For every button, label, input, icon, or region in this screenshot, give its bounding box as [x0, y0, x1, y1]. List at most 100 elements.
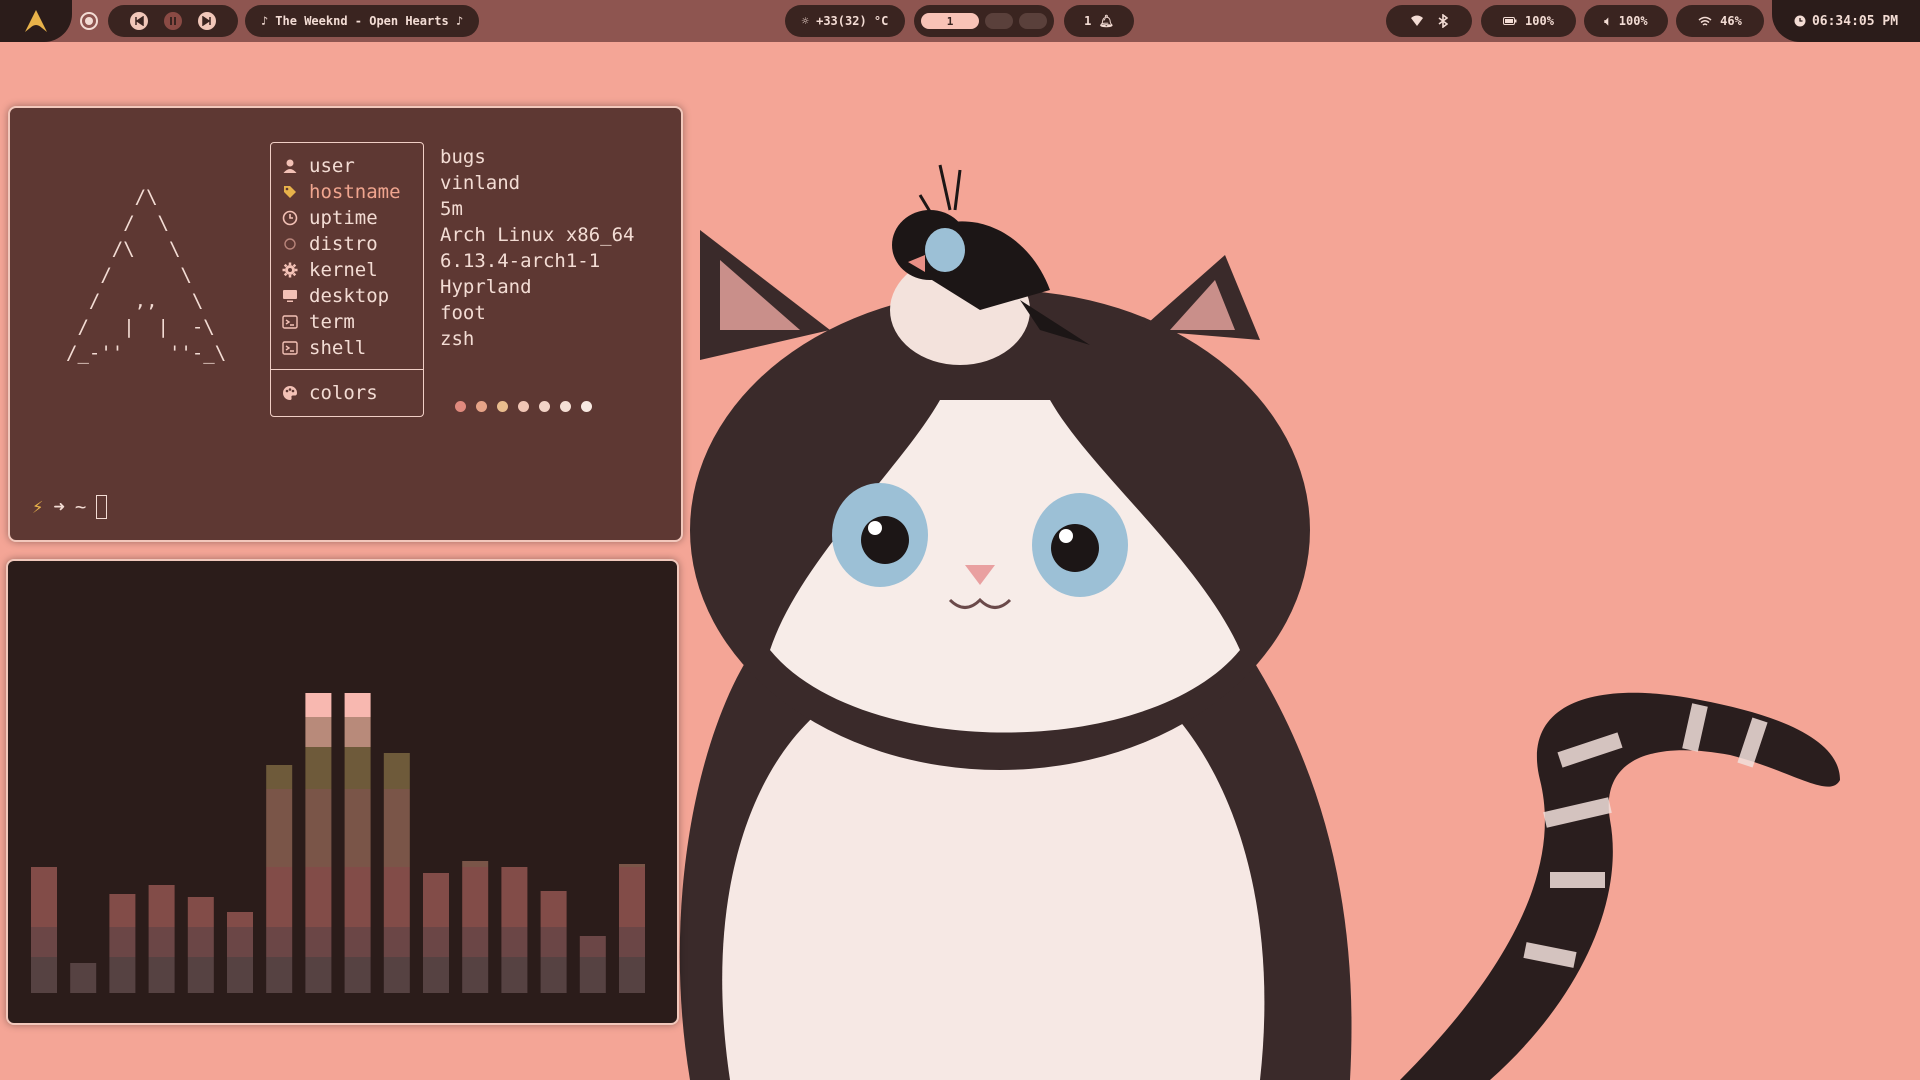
color-dot-3	[497, 401, 508, 412]
info-row-hostname: hostname	[271, 179, 423, 205]
now-playing[interactable]: ♪ The Weeknd - Open Hearts ♪	[245, 5, 479, 37]
clock-time: 06:34:05 PM	[1811, 13, 1899, 29]
wifi-widget[interactable]: 46%	[1676, 5, 1764, 37]
notifications-text: 1 🔔︎	[1084, 14, 1114, 28]
info-value-user: bugs	[440, 146, 486, 168]
prompt-arrow: ➜	[53, 496, 65, 518]
info-row-shell: shell	[271, 335, 423, 361]
arch-logo-icon	[25, 10, 47, 32]
info-key-uptime: uptime	[309, 207, 378, 229]
circle-icon	[271, 236, 309, 252]
user-icon	[271, 158, 309, 174]
info-key-hostname: hostname	[309, 181, 401, 203]
visualizer-bar-2	[70, 963, 97, 993]
visualizer-bar-13	[501, 867, 528, 993]
color-dot-6	[560, 401, 571, 412]
ascii-arch-logo: /\ / \ /\ \ / \ / ,, \ / | | -\ /_-'' ''…	[66, 186, 227, 364]
clock-icon	[271, 210, 309, 226]
color-dot-7	[581, 401, 592, 412]
workspace-switcher: 1	[914, 5, 1054, 37]
gear-icon	[271, 262, 309, 278]
info-row-desktop: desktop	[271, 283, 423, 309]
wifi-icon	[1698, 16, 1712, 26]
audio-visualizer-window[interactable]	[6, 559, 679, 1025]
info-key-shell: shell	[309, 337, 367, 359]
workspace-1-label: 1	[946, 14, 954, 28]
battery-icon	[1503, 17, 1517, 25]
pause-button[interactable]	[164, 12, 182, 30]
visualizer-bar-15	[579, 936, 606, 993]
info-value-uptime: 5m	[440, 198, 463, 220]
color-dot-1	[455, 401, 466, 412]
color-dot-4	[518, 401, 529, 412]
launcher-button[interactable]	[0, 0, 72, 42]
visualizer-bar-5	[187, 897, 214, 993]
wifi-signal-icon[interactable]	[1410, 15, 1424, 27]
shell-prompt[interactable]: ⚡ ➜ ~	[32, 495, 108, 519]
skip-forward-icon	[202, 16, 211, 26]
prompt-symbol: ⚡	[32, 496, 44, 518]
skip-back-icon	[135, 16, 144, 26]
info-key-desktop: desktop	[309, 285, 390, 307]
visualizer-bar-12	[462, 861, 489, 993]
info-value-hostname: vinland	[440, 172, 521, 194]
terminal-icon	[271, 314, 309, 330]
info-row-colors: colors	[271, 380, 423, 406]
volume-widget[interactable]: 🔈︎ 100%	[1584, 5, 1668, 37]
wifi-text: 46%	[1720, 14, 1742, 28]
info-row-uptime: uptime	[271, 205, 423, 231]
system-info-keys: user hostname uptime distro kernel desktop ter…	[270, 142, 424, 417]
tag-icon	[271, 184, 309, 200]
workspace-2[interactable]	[985, 13, 1013, 29]
clock[interactable]: 06:34:05 PM	[1772, 0, 1920, 42]
info-key-user: user	[309, 155, 355, 177]
info-row-term: term	[271, 309, 423, 335]
visualizer-bar-8	[305, 693, 332, 993]
info-key-term: term	[309, 311, 355, 333]
workspace-3[interactable]	[1019, 13, 1047, 29]
visualizer-bars	[31, 693, 645, 993]
info-key-distro: distro	[309, 233, 378, 255]
top-bar: ♪ The Weeknd - Open Hearts ♪ ☼ +33(32) °…	[0, 0, 1920, 42]
visualizer-bar-7	[266, 765, 293, 993]
info-value-term: foot	[440, 302, 486, 324]
visualizer-bar-1	[31, 867, 57, 993]
visualizer-bar-6	[227, 912, 253, 993]
terminal-window[interactable]: /\ / \ /\ \ / \ / ,, \ / | | -\ /_-'' ''…	[8, 106, 683, 542]
system-info-values: bugs vinland 5m Arch Linux x86_64 6.13.4-arc…	[440, 144, 634, 352]
prompt-path: ~	[74, 496, 87, 518]
connectivity-widget	[1386, 5, 1472, 37]
monitor-icon	[271, 288, 309, 304]
info-row-user: user	[271, 153, 423, 179]
now-playing-text: ♪ The Weeknd - Open Hearts ♪	[260, 14, 464, 28]
record-button[interactable]	[75, 5, 103, 37]
workspace-1[interactable]: 1	[921, 13, 979, 29]
info-row-kernel: kernel	[271, 257, 423, 283]
text-cursor	[96, 495, 108, 519]
info-value-desktop: Hyprland	[440, 276, 532, 298]
volume-text: 🔈︎ 100%	[1604, 13, 1648, 28]
color-palette-dots	[455, 401, 592, 412]
bluetooth-icon[interactable]	[1438, 14, 1448, 28]
terminal-icon	[271, 340, 309, 356]
clock-icon	[1794, 15, 1806, 27]
visualizer-bar-4	[148, 885, 175, 993]
visualizer-bar-10	[383, 753, 410, 993]
next-track-button[interactable]	[198, 12, 216, 30]
info-row-distro: distro	[271, 231, 423, 257]
media-controls	[108, 5, 238, 37]
palette-icon	[271, 385, 309, 401]
battery-widget[interactable]: 100%	[1481, 5, 1576, 37]
visualizer-bar-3	[109, 894, 136, 993]
visualizer-bar-11	[423, 873, 449, 993]
info-value-kernel: 6.13.4-arch1-1	[440, 250, 601, 272]
weather-widget[interactable]: ☼ +33(32) °C	[785, 5, 905, 37]
weather-text: ☼ +33(32) °C	[801, 14, 889, 28]
pause-icon	[170, 17, 176, 25]
notifications-widget[interactable]: 1 🔔︎	[1064, 5, 1134, 37]
color-dot-2	[476, 401, 487, 412]
previous-track-button[interactable]	[130, 12, 148, 30]
visualizer-bar-16	[619, 864, 645, 993]
info-key-colors: colors	[309, 382, 378, 404]
info-key-kernel: kernel	[309, 259, 378, 281]
